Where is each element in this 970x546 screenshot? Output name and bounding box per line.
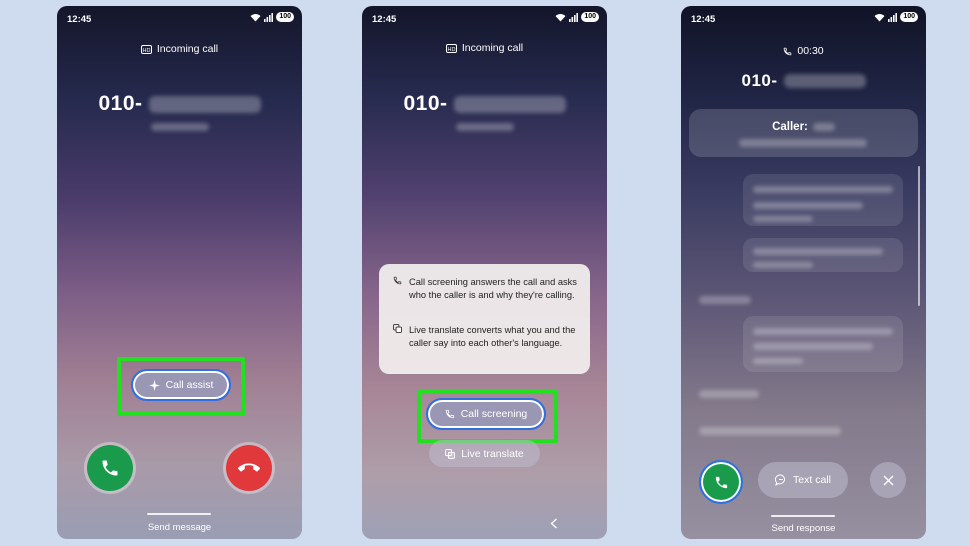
close-icon xyxy=(883,475,893,485)
phone-screening-icon xyxy=(445,409,454,419)
status-icons: 100 xyxy=(874,12,918,22)
status-icons: 100 xyxy=(250,12,294,22)
gesture-bar xyxy=(147,513,211,515)
redacted-number xyxy=(148,95,261,113)
battery-indicator: 100 xyxy=(900,12,918,22)
redacted-location xyxy=(151,123,209,131)
caller-label: Caller: xyxy=(772,121,808,133)
phone-icon xyxy=(715,476,727,488)
redacted-transcript-line xyxy=(753,343,873,350)
live-translate-button[interactable]: Live translate xyxy=(429,440,540,467)
number-prefix: 010- xyxy=(98,92,143,115)
chat-bubble-icon xyxy=(775,474,785,486)
call-timer: 00:30 xyxy=(797,45,824,57)
back-chevron-icon[interactable] xyxy=(550,518,558,529)
live-translate-label: Live translate xyxy=(461,447,524,460)
wifi-icon xyxy=(250,13,261,21)
wifi-icon xyxy=(874,13,885,21)
send-response-label[interactable]: Send response xyxy=(681,523,926,534)
call-status-row: HD Incoming call xyxy=(57,43,302,55)
phone-screening-icon xyxy=(393,276,402,285)
phone-screen-call-assist: 12:45 100 HD Incoming call 010- Call scr… xyxy=(362,6,607,539)
caller-info-card: Caller: xyxy=(689,109,918,157)
tooltip-translate-row: Live translate converts what you and the… xyxy=(393,324,579,349)
redacted-transcript-line xyxy=(753,328,893,335)
redacted-caller-name xyxy=(812,123,835,131)
redacted-transcript-line xyxy=(753,202,863,209)
redacted-transcript-line xyxy=(699,427,841,435)
text-call-button[interactable]: Text call xyxy=(758,462,848,498)
hang-up-icon xyxy=(238,463,260,472)
signal-icon xyxy=(569,12,579,22)
status-time: 12:45 xyxy=(67,14,92,25)
caller-number: 010- xyxy=(362,92,607,116)
svg-text:HD: HD xyxy=(142,47,150,53)
number-prefix: 010- xyxy=(741,71,778,90)
call-assist-tooltip: Call screening answers the call and asks… xyxy=(379,264,590,374)
battery-indicator: 100 xyxy=(276,12,294,22)
call-status-row: HD Incoming call xyxy=(362,42,607,54)
redacted-transcript-line xyxy=(753,262,813,268)
wifi-icon xyxy=(555,13,566,21)
caller-number: 010- xyxy=(681,71,926,91)
gesture-bar xyxy=(771,515,835,517)
svg-text:HD: HD xyxy=(447,46,455,52)
caller-title: Caller: xyxy=(689,121,918,133)
redacted-transcript-line xyxy=(753,216,813,222)
end-screening-button[interactable] xyxy=(870,462,906,498)
text-call-label: Text call xyxy=(793,474,831,486)
call-assist-label: Call assist xyxy=(165,379,214,391)
sparkle-icon xyxy=(148,379,160,391)
screening-description: Call screening answers the call and asks… xyxy=(409,277,577,300)
send-message-label[interactable]: Send message xyxy=(57,522,302,533)
phone-screening-icon xyxy=(784,47,792,55)
status-icons: 100 xyxy=(555,12,599,22)
redacted-transcript-line xyxy=(753,358,803,364)
redacted-transcript-line xyxy=(753,186,893,193)
hd-icon: HD xyxy=(445,43,457,53)
redacted-number xyxy=(783,74,866,88)
phone-screen-screening: 12:45 100 00:30 010- Caller: Text call S… xyxy=(681,6,926,539)
status-time: 12:45 xyxy=(372,14,397,25)
phone-icon xyxy=(102,460,118,476)
redacted-transcript-line xyxy=(699,390,759,398)
call-status-label: Incoming call xyxy=(156,43,219,55)
phone-screen-incoming: 12:45 100 HD Incoming call 010- Call ass… xyxy=(57,6,302,539)
redacted-transcript-line xyxy=(699,296,751,304)
tooltip-screening-row: Call screening answers the call and asks… xyxy=(393,276,579,301)
redacted-location xyxy=(456,123,514,131)
hd-icon: HD xyxy=(140,44,152,54)
translate-description: Live translate converts what you and the… xyxy=(409,325,576,348)
call-timer-row: 00:30 xyxy=(681,45,926,57)
accept-call-button[interactable] xyxy=(87,445,133,491)
status-time: 12:45 xyxy=(691,14,716,25)
number-prefix: 010- xyxy=(403,92,448,115)
transcript-scrollbar[interactable] xyxy=(918,166,920,306)
translate-icon xyxy=(445,448,456,459)
call-assist-button[interactable]: Call assist xyxy=(131,369,231,401)
decline-call-button[interactable] xyxy=(226,445,272,491)
battery-indicator: 100 xyxy=(581,12,599,22)
call-status-label: Incoming call xyxy=(461,42,524,54)
signal-icon xyxy=(888,12,898,22)
redacted-transcript-line xyxy=(753,248,883,255)
call-screening-button[interactable]: Call screening xyxy=(426,398,546,430)
signal-icon xyxy=(264,12,274,22)
redacted-number xyxy=(453,95,566,113)
caller-number: 010- xyxy=(57,92,302,116)
accept-call-button[interactable] xyxy=(699,460,743,504)
translate-icon xyxy=(393,324,402,333)
call-screening-label: Call screening xyxy=(460,408,528,420)
redacted-caller-reason xyxy=(739,139,867,147)
